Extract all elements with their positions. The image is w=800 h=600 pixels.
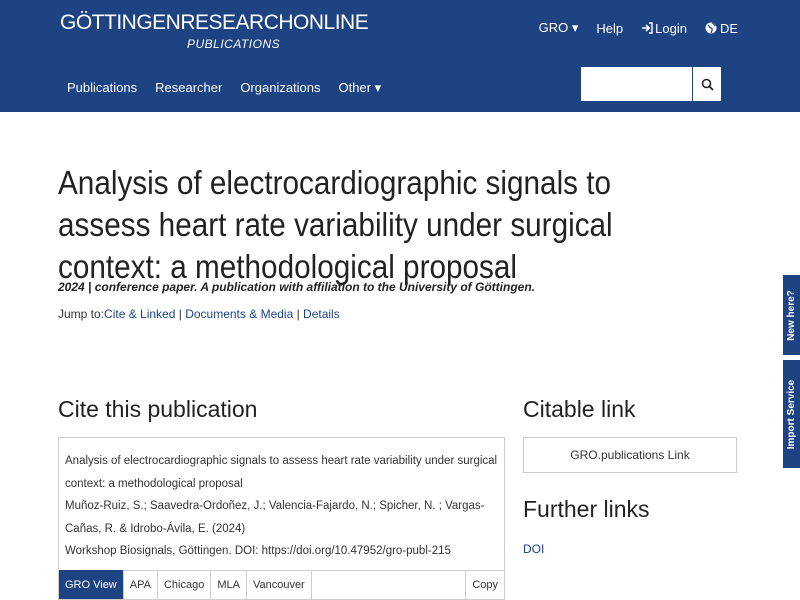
nav-organizations[interactable]: Organizations: [240, 80, 320, 96]
search-icon: [701, 78, 714, 91]
jump-to-links: Jump to:Cite & Linked | Documents & Medi…: [58, 307, 340, 321]
citation-style-tabs: GRO View APA Chicago MLA Vancouver Copy: [58, 570, 505, 600]
new-here-label: New here?: [786, 289, 798, 341]
language-switch[interactable]: DE: [705, 21, 738, 36]
tab-chicago[interactable]: Chicago: [158, 570, 212, 599]
publication-title: Analysis of electrocardiographic signals…: [58, 164, 613, 285]
gro-menu[interactable]: GRO ▾: [539, 20, 579, 36]
nav-other[interactable]: Other ▾: [339, 80, 382, 96]
citation-authors: Muñoz-Ruiz, S.; Saavedra-Ordoñez, J.; Va…: [65, 500, 485, 535]
import-service-tab[interactable]: Import Service: [783, 360, 800, 468]
jump-cite-link[interactable]: Cite & Linked: [104, 307, 175, 321]
main-nav: Publications Researcher Organizations Ot…: [67, 80, 381, 96]
login-label: Login: [655, 20, 687, 36]
header-bar: GÖTTINGENRESEARCHONLINE PUBLICATIONS GRO…: [0, 0, 800, 112]
jump-documents-link[interactable]: Documents & Media: [185, 307, 293, 321]
citation-box: Analysis of electrocardiographic signals…: [58, 437, 505, 571]
gro-publications-link-button[interactable]: GRO.publications Link: [523, 437, 737, 473]
login-icon: [642, 22, 653, 34]
search-form: [581, 67, 721, 101]
jump-details-link[interactable]: Details: [303, 307, 340, 321]
site-logo[interactable]: GÖTTINGENRESEARCHONLINE PUBLICATIONS: [60, 11, 369, 52]
search-button[interactable]: [693, 67, 721, 101]
logo-sub-text: PUBLICATIONS: [187, 37, 281, 51]
top-nav: GRO ▾ Help Login DE: [539, 20, 738, 36]
tab-mla[interactable]: MLA: [211, 570, 247, 599]
nav-researcher[interactable]: Researcher: [155, 80, 222, 96]
import-service-label: Import Service: [786, 379, 798, 449]
jump-label: Jump to:: [58, 307, 105, 321]
citable-link-heading: Citable link: [523, 396, 636, 422]
search-input[interactable]: [581, 67, 692, 101]
copy-button[interactable]: Copy: [465, 570, 504, 599]
doi-link[interactable]: DOI: [523, 542, 544, 556]
help-link[interactable]: Help: [596, 21, 623, 36]
tab-apa[interactable]: APA: [124, 570, 158, 599]
language-label: DE: [719, 20, 738, 36]
publication-meta: 2024 | conference paper. A publication w…: [58, 280, 535, 294]
tab-gro-view[interactable]: GRO View: [59, 570, 124, 599]
new-here-tab[interactable]: New here?: [783, 275, 800, 355]
nav-publications[interactable]: Publications: [67, 80, 137, 96]
tab-vancouver[interactable]: Vancouver: [247, 570, 312, 599]
citation-source: Workshop Biosignals, Göttingen. DOI: htt…: [65, 545, 451, 557]
logo-main-text: GÖTTINGENRESEARCHONLINE: [60, 11, 369, 34]
further-links-heading: Further links: [523, 496, 650, 522]
citation-title: Analysis of electrocardiographic signals…: [65, 455, 498, 490]
login-link[interactable]: Login: [641, 21, 687, 36]
cite-heading: Cite this publication: [58, 396, 258, 422]
globe-icon: [705, 22, 717, 34]
